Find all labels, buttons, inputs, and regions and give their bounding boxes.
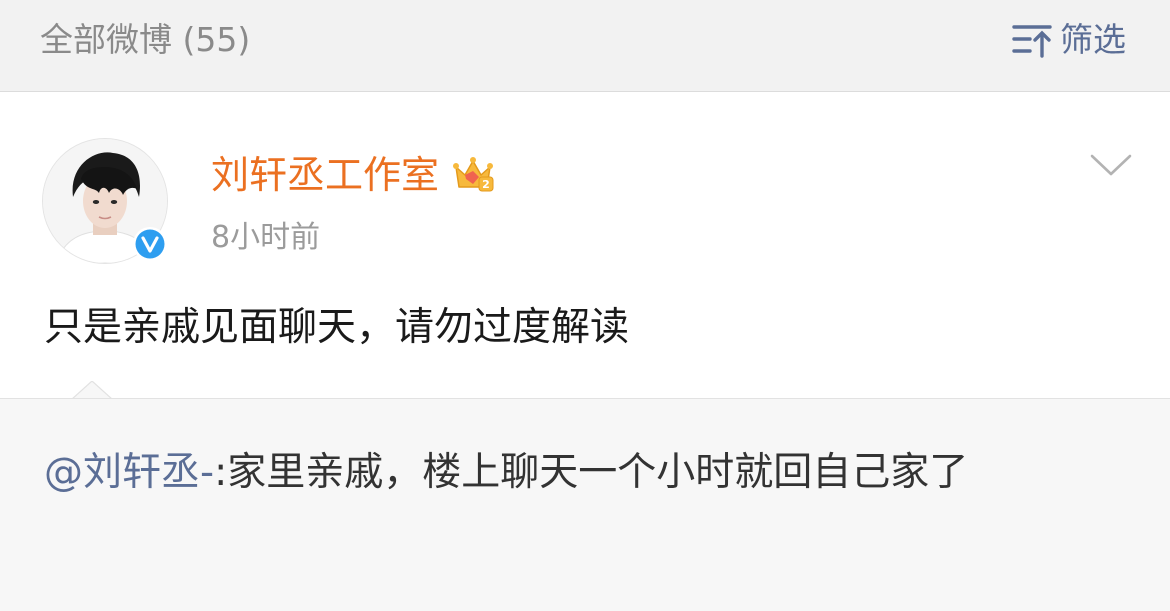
weibo-feed-page: 全部微博 (55) 筛选 刘轩丞工作室 2 8小时前 只是亲戚见面聊天，请勿过度… [0,0,1170,611]
author-name[interactable]: 刘轩丞工作室 2 [211,150,495,200]
feed-title: 全部微博 (55) [40,20,251,59]
weibo-post: 刘轩丞工作室 2 8小时前 只是亲戚见面聊天，请勿过度解读 [0,92,1170,398]
feed-header: 全部微博 (55) 筛选 [0,0,1170,92]
filter-label: 筛选 [1060,20,1126,59]
filter-button[interactable]: 筛选 [1010,18,1126,62]
author-name-text[interactable]: 刘轩丞工作室 [211,150,439,200]
retweet-quote-box[interactable]: @刘轩丞-:家里亲戚，楼上聊天一个小时就回自己家了 [0,398,1170,611]
quote-body: :家里亲戚，楼上聊天一个小时就回自己家了 [214,450,969,495]
mention-link[interactable]: @刘轩丞- [44,450,214,495]
verified-v-icon [133,227,167,261]
post-timestamp: 8小时前 [211,220,321,255]
sort-filter-icon [1012,25,1052,58]
svg-text:2: 2 [482,178,490,191]
quote-text: @刘轩丞-:家里亲戚，楼上聊天一个小时就回自己家了 [44,441,1114,504]
crown-member-icon[interactable]: 2 [451,153,495,197]
chevron-down-icon[interactable] [1088,150,1134,180]
author-avatar-wrap[interactable] [42,138,168,264]
post-body-text: 只是亲戚见面聊天，请勿过度解读 [44,305,630,350]
